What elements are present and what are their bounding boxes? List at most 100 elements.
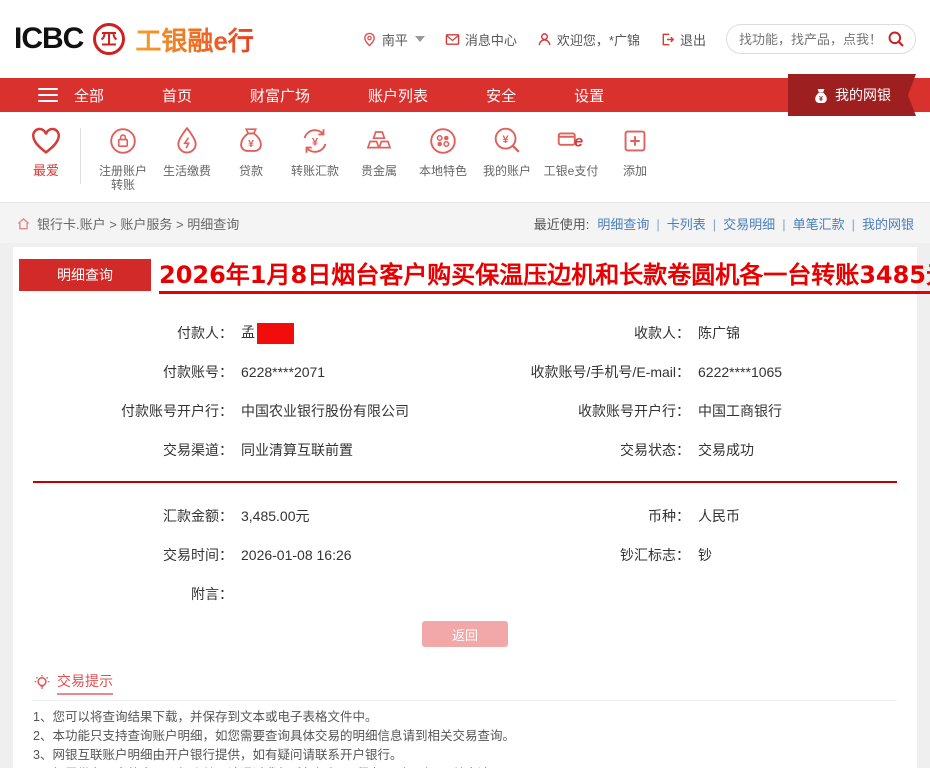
svg-text:¥: ¥ xyxy=(312,136,319,148)
recent-used: 最近使用: 明细查询 卡列表 交易明细 单笔汇款 我的网银 xyxy=(534,214,914,233)
field-payer: 付款人： 孟 xyxy=(33,322,465,344)
svg-text:¥: ¥ xyxy=(248,139,254,150)
quick-item-epay[interactable]: e 工银e支付 xyxy=(539,124,603,178)
quick-item-label: 转账汇款 xyxy=(291,164,339,178)
search-input[interactable] xyxy=(737,31,887,48)
red-divider xyxy=(33,481,897,483)
tip-item: 1、您可以将查询结果下载，并保存到文本或电子表格文件中。 xyxy=(33,708,897,727)
quick-item-label: 贵金属 xyxy=(361,164,397,178)
field-cash-flag: 钞汇标志： 钞 xyxy=(465,544,897,566)
icbc-emblem-icon xyxy=(91,21,127,57)
field-value: 陈广锦 xyxy=(698,323,740,343)
quick-item-precious-metals[interactable]: 贵金属 xyxy=(347,124,411,178)
tips-header: 交易提示 xyxy=(33,671,897,701)
recent-link-my-ebank[interactable]: 我的网银 xyxy=(862,214,914,233)
quick-item-label: 我的账户 xyxy=(483,164,531,178)
recent-link-single-remit[interactable]: 单笔汇款 xyxy=(793,214,862,233)
field-currency: 币种： 人民币 xyxy=(465,505,897,527)
my-ebank-ribbon[interactable]: ¥ 我的网银 xyxy=(788,74,916,116)
envelope-icon xyxy=(445,32,460,47)
logout-button[interactable]: 退出 xyxy=(660,30,706,49)
brand-name: 工银融e行 xyxy=(135,21,253,58)
nav-all[interactable]: 全部 xyxy=(74,85,104,106)
quick-item-my-account[interactable]: ¥ 我的账户 xyxy=(475,124,539,178)
breadcrumb-row: 银行卡.账户 > 账户服务 > 明细查询 最近使用: 明细查询 卡列表 交易明细… xyxy=(0,203,930,243)
main-navbar: 全部 首页 财富广场 账户列表 安全 设置 ¥ 我的网银 xyxy=(0,78,930,112)
logout-icon xyxy=(660,32,675,47)
user-icon xyxy=(537,32,552,47)
transaction-fields: 付款人： 孟 收款人： 陈广锦 付款账号： 6228****2071 收款账号/… xyxy=(13,294,917,461)
field-value: 人民币 xyxy=(698,506,740,526)
nav-security[interactable]: 安全 xyxy=(486,85,516,106)
field-value: 中国农业银行股份有限公司 xyxy=(241,401,409,421)
recent-link-transaction-detail[interactable]: 交易明细 xyxy=(723,214,792,233)
field-label: 付款账号： xyxy=(33,362,233,382)
breadcrumb-text: 银行卡.账户 > 账户服务 > 明细查询 xyxy=(37,214,239,233)
field-channel: 交易渠道： 同业清算互联前置 xyxy=(33,439,465,461)
search-box[interactable] xyxy=(726,24,916,54)
tips-title: 交易提示 xyxy=(57,671,113,695)
tip-item: 2、本功能只支持查询账户明细，如您需要查询具体交易的明细信息请到相关交易查询。 xyxy=(33,727,897,746)
tips-list: 1、您可以将查询结果下载，并保存到文本或电子表格文件中。 2、本功能只支持查询账… xyxy=(33,708,897,768)
field-label: 交易时间： xyxy=(33,545,233,565)
detail-panel: 明细查询 2026年1月8日烟台客户购买保温压边机和长款卷圆机各一台转账3485… xyxy=(13,247,917,768)
home-icon[interactable] xyxy=(16,216,31,231)
field-label: 收款账号/手机号/E-mail： xyxy=(465,362,690,382)
recent-link-card-list[interactable]: 卡列表 xyxy=(667,214,723,233)
field-memo: 附言： xyxy=(33,583,465,605)
quick-item-loan[interactable]: ¥ 贷款 xyxy=(219,124,283,178)
nav-account-list[interactable]: 账户列表 xyxy=(368,85,428,106)
panel-title-row: 明细查询 2026年1月8日烟台客户购买保温压边机和长款卷圆机各一台转账3485… xyxy=(13,247,917,294)
recent-label: 最近使用: xyxy=(534,214,590,233)
field-value: 同业清算互联前置 xyxy=(241,440,353,460)
divider xyxy=(80,128,81,184)
nav-wealth-plaza[interactable]: 财富广场 xyxy=(250,85,310,106)
field-value: 孟 xyxy=(241,322,294,344)
register-transfer-icon xyxy=(106,124,140,158)
field-label: 币种： xyxy=(465,506,690,526)
nav-settings[interactable]: 设置 xyxy=(574,85,604,106)
breadcrumb: 银行卡.账户 > 账户服务 > 明细查询 xyxy=(16,214,239,233)
quick-item-register-transfer[interactable]: 注册账户转账 xyxy=(91,124,155,192)
quick-item-label: 最爱 xyxy=(33,164,59,178)
quick-item-label: 本地特色 xyxy=(419,164,467,178)
tab-detail-query: 明细查询 xyxy=(19,259,151,291)
welcome-user[interactable]: 欢迎您，*广锦 xyxy=(537,30,640,49)
button-row: 返回 xyxy=(13,621,917,647)
quick-item-label: 注册账户转账 xyxy=(95,164,151,192)
quick-item-transfer-remit[interactable]: ¥ 转账汇款 xyxy=(283,124,347,178)
quick-item-label: 添加 xyxy=(623,164,647,178)
quick-access-row: 最爱 注册账户转账 生活缴费 ¥ 贷款 ¥ 转账汇款 贵金属 本地特色 xyxy=(0,112,930,203)
gold-bars-icon xyxy=(362,124,396,158)
message-center-link[interactable]: 消息中心 xyxy=(445,30,517,49)
redaction-block xyxy=(257,323,294,344)
nav-home[interactable]: 首页 xyxy=(162,85,192,106)
tip-item: 3、网银互联账户明细由开户银行提供，如有疑问请联系开户银行。 xyxy=(33,746,897,765)
amount-fields: 汇款金额： 3,485.00元 币种： 人民币 交易时间： 2026-01-08… xyxy=(13,485,917,605)
account-search-icon: ¥ xyxy=(490,124,524,158)
field-value: 6228****2071 xyxy=(241,364,325,380)
field-payee: 收款人： 陈广锦 xyxy=(465,322,897,344)
field-label: 钞汇标志： xyxy=(465,545,690,565)
lightbulb-icon xyxy=(33,674,51,692)
field-value: 中国工商银行 xyxy=(698,401,782,421)
back-button[interactable]: 返回 xyxy=(422,621,508,647)
menu-icon[interactable] xyxy=(38,84,58,106)
top-header: ICBC 工银融e行 南平 消息中心 欢迎您，*广锦 xyxy=(0,0,930,78)
field-label: 交易状态： xyxy=(465,440,690,460)
search-icon[interactable] xyxy=(887,30,905,48)
quick-item-favorites[interactable]: 最爱 xyxy=(14,124,78,178)
quick-item-utility-payment[interactable]: 生活缴费 xyxy=(155,124,219,178)
quick-item-add[interactable]: 添加 xyxy=(603,124,667,178)
local-features-icon xyxy=(426,124,460,158)
logout-label: 退出 xyxy=(680,30,706,49)
svg-text:e: e xyxy=(574,133,583,151)
quick-item-label: 贷款 xyxy=(239,164,263,178)
quick-item-local-features[interactable]: 本地特色 xyxy=(411,124,475,178)
location-selector[interactable]: 南平 xyxy=(362,30,425,49)
field-payer-account: 付款账号： 6228****2071 xyxy=(33,361,465,383)
field-value: 6222****1065 xyxy=(698,364,782,380)
field-payer-bank: 付款账号开户行： 中国农业银行股份有限公司 xyxy=(33,400,465,422)
recent-link-detail-query[interactable]: 明细查询 xyxy=(597,214,666,233)
field-value: 钞 xyxy=(698,545,712,565)
